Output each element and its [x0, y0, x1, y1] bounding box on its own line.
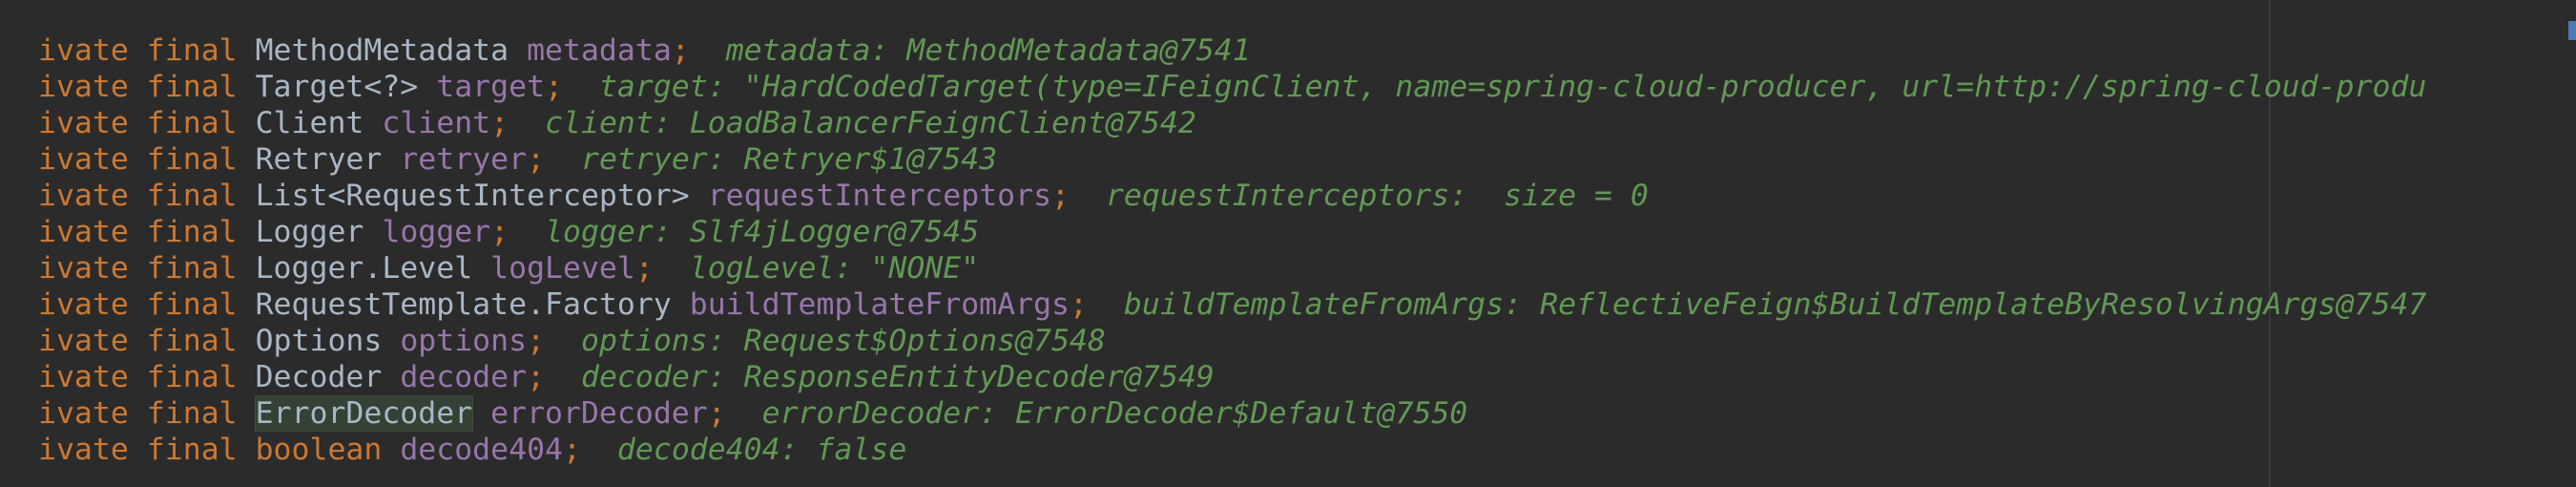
- modifier-final: final: [146, 106, 238, 140]
- field-type[interactable]: Logger.Level: [256, 251, 473, 286]
- code-line-error-decoder[interactable]: ivate final ErrorDecoder errorDecoder; e…: [38, 395, 2426, 432]
- modifier-final: final: [146, 396, 238, 431]
- field-type[interactable]: Decoder: [256, 360, 383, 394]
- code-lines: ivate final MethodMetadata metadata; met…: [38, 32, 2426, 468]
- debug-inline-value[interactable]: logger: Slf4jLogger@7545: [545, 215, 979, 249]
- field-name[interactable]: logger: [382, 215, 490, 249]
- field-name[interactable]: requestInterceptors: [708, 179, 1051, 213]
- field-type-highlighted[interactable]: ErrorDecoder: [254, 395, 474, 432]
- modifier-private: ivate: [38, 142, 129, 177]
- field-name[interactable]: buildTemplateFromArgs: [690, 287, 1070, 322]
- code-line-log-level[interactable]: ivate final Logger.Level logLevel; logLe…: [38, 250, 2426, 286]
- field-name[interactable]: logLevel: [490, 251, 635, 286]
- modifier-private: ivate: [38, 433, 129, 467]
- debug-inline-value[interactable]: logLevel: "NONE": [690, 251, 979, 286]
- debug-inline-value[interactable]: target: "HardCodedTarget(type=IFeignClie…: [599, 70, 2426, 104]
- debug-inline-value[interactable]: metadata: MethodMetadata@7541: [726, 33, 1251, 68]
- field-name[interactable]: errorDecoder: [490, 396, 708, 431]
- semicolon: ;: [527, 142, 546, 177]
- modifier-final: final: [146, 287, 238, 322]
- code-line-options[interactable]: ivate final Options options; options: Re…: [38, 323, 2426, 359]
- modifier-final: final: [146, 142, 238, 177]
- field-type[interactable]: Target<?>: [256, 70, 419, 104]
- semicolon: ;: [490, 106, 509, 140]
- field-type[interactable]: Options: [256, 324, 383, 358]
- field-type[interactable]: RequestTemplate.Factory: [256, 287, 672, 322]
- modifier-final: final: [146, 324, 238, 358]
- semicolon: ;: [671, 33, 690, 68]
- code-line-metadata[interactable]: ivate final MethodMetadata metadata; met…: [38, 32, 2426, 69]
- field-name[interactable]: decode404: [400, 433, 563, 467]
- debug-inline-value[interactable]: errorDecoder: ErrorDecoder$Default@7550: [762, 396, 1468, 431]
- field-type[interactable]: MethodMetadata: [256, 33, 509, 68]
- modifier-final: final: [146, 179, 238, 213]
- semicolon: ;: [545, 70, 564, 104]
- field-type[interactable]: Logger: [256, 215, 364, 249]
- scrollbar-marker[interactable]: [2568, 21, 2576, 40]
- debug-inline-value[interactable]: decode404: false: [617, 433, 906, 467]
- modifier-final: final: [146, 433, 238, 467]
- modifier-private: ivate: [38, 215, 129, 249]
- debug-inline-value[interactable]: decoder: ResponseEntityDecoder@7549: [581, 360, 1215, 394]
- field-type[interactable]: List<RequestInterceptor>: [256, 179, 690, 213]
- code-line-decoder[interactable]: ivate final Decoder decoder; decoder: Re…: [38, 359, 2426, 395]
- semicolon: ;: [707, 396, 726, 431]
- semicolon: ;: [490, 215, 509, 249]
- code-line-client[interactable]: ivate final Client client; client: LoadB…: [38, 105, 2426, 141]
- code-line-build-template[interactable]: ivate final RequestTemplate.Factory buil…: [38, 286, 2426, 323]
- debug-inline-value[interactable]: options: Request$Options@7548: [581, 324, 1106, 358]
- modifier-private: ivate: [38, 287, 129, 322]
- modifier-private: ivate: [38, 396, 129, 431]
- debug-inline-value[interactable]: requestInterceptors: size = 0: [1106, 179, 1649, 213]
- modifier-private: ivate: [38, 33, 129, 68]
- code-editor[interactable]: ivate final MethodMetadata metadata; met…: [0, 0, 2576, 487]
- debug-inline-value[interactable]: client: LoadBalancerFeignClient@7542: [545, 106, 1196, 140]
- modifier-final: final: [146, 251, 238, 286]
- modifier-final: final: [146, 33, 238, 68]
- semicolon: ;: [527, 324, 546, 358]
- modifier-private: ivate: [38, 251, 129, 286]
- modifier-final: final: [146, 70, 238, 104]
- semicolon: ;: [1070, 287, 1088, 322]
- debug-inline-value[interactable]: retryer: Retryer$1@7543: [581, 142, 997, 177]
- code-line-retryer[interactable]: ivate final Retryer retryer; retryer: Re…: [38, 141, 2426, 178]
- modifier-private: ivate: [38, 360, 129, 394]
- semicolon: ;: [563, 433, 581, 467]
- semicolon: ;: [527, 360, 546, 394]
- field-name[interactable]: options: [400, 324, 527, 358]
- semicolon: ;: [1051, 179, 1070, 213]
- modifier-final: final: [146, 360, 238, 394]
- modifier-private: ivate: [38, 324, 129, 358]
- field-name[interactable]: metadata: [527, 33, 672, 68]
- code-line-decode404[interactable]: ivate final boolean decode404; decode404…: [38, 432, 2426, 468]
- debug-inline-value[interactable]: buildTemplateFromArgs: ReflectiveFeign$B…: [1124, 287, 2426, 322]
- code-line-logger[interactable]: ivate final Logger logger; logger: Slf4j…: [38, 214, 2426, 250]
- field-name[interactable]: retryer: [400, 142, 527, 177]
- modifier-final: final: [146, 215, 238, 249]
- field-type[interactable]: boolean: [256, 433, 383, 467]
- modifier-private: ivate: [38, 70, 129, 104]
- field-name[interactable]: target: [436, 70, 545, 104]
- code-line-target[interactable]: ivate final Target<?> target; target: "H…: [38, 69, 2426, 105]
- field-name[interactable]: decoder: [400, 360, 527, 394]
- modifier-private: ivate: [38, 106, 129, 140]
- field-name[interactable]: client: [382, 106, 490, 140]
- semicolon: ;: [634, 251, 654, 286]
- code-line-request-interceptors[interactable]: ivate final List<RequestInterceptor> req…: [38, 178, 2426, 214]
- modifier-private: ivate: [38, 179, 129, 213]
- field-type[interactable]: Client: [256, 106, 364, 140]
- field-type[interactable]: Retryer: [256, 142, 383, 177]
